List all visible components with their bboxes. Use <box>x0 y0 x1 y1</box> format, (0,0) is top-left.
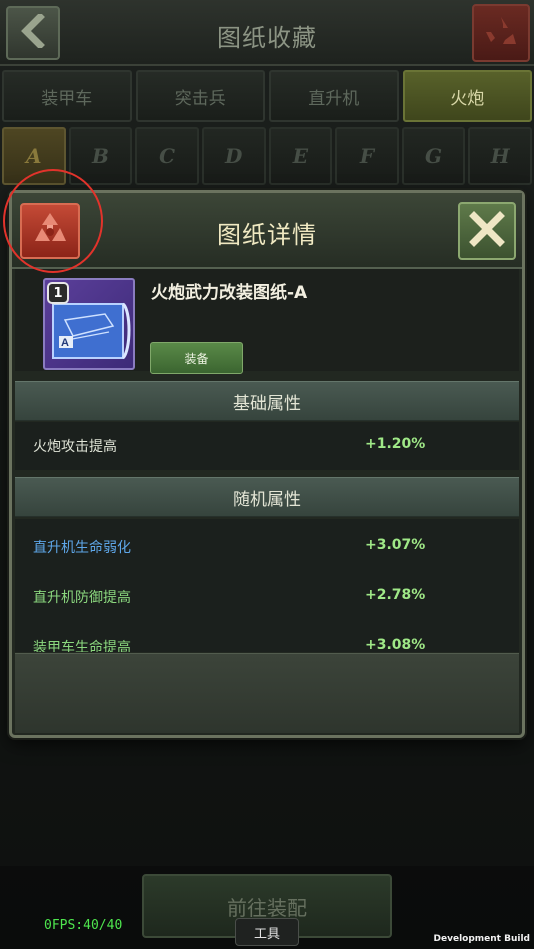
tab-artillery[interactable]: 火炮 <box>402 70 532 122</box>
tab-label: 直升机 <box>308 88 360 109</box>
letter-tab-h[interactable]: H <box>468 127 532 185</box>
development-build-label: Development Build <box>433 934 530 944</box>
recycle-icon <box>483 14 519 52</box>
letter-label: H <box>490 144 510 168</box>
letter-tabs: A B C D E F G H <box>0 127 534 185</box>
letter-label: F <box>359 144 375 168</box>
tab-label: 装甲车 <box>41 88 93 109</box>
tab-label: 火炮 <box>450 88 485 109</box>
stat-value: +3.07% <box>365 537 426 553</box>
tool-button[interactable]: 工具 <box>235 918 299 946</box>
blueprint-item-icon[interactable]: A 1 <box>43 278 135 370</box>
letter-tab-b[interactable]: B <box>68 127 133 185</box>
stat-name: 装甲车生命提高 <box>33 640 131 652</box>
equip-button[interactable]: 装备 <box>150 342 243 374</box>
letter-tab-c[interactable]: C <box>135 127 199 185</box>
dialog-title: 图纸详情 <box>217 221 317 249</box>
letter-label: C <box>159 144 176 168</box>
tab-label: 突击兵 <box>174 88 226 109</box>
base-stat-row: 火炮攻击提高 +1.20% <box>15 422 519 470</box>
level-value: 1 <box>53 285 63 301</box>
stat-name: 直升机生命弱化 <box>33 540 131 556</box>
item-card: A 1 火炮武力改装图纸-A 装备 <box>15 269 519 374</box>
dialog-header: 图纸详情 <box>12 193 522 269</box>
letter-label: D <box>225 144 243 168</box>
letter-label: G <box>425 144 443 168</box>
category-tabs: 装甲车 突击兵 直升机 火炮 <box>0 70 534 122</box>
tab-helicopter[interactable]: 直升机 <box>269 70 399 122</box>
stat-value: +2.78% <box>365 587 426 603</box>
random-stat-row: 直升机防御提高 +2.78% <box>15 573 519 621</box>
blueprint-detail-dialog: 图纸详情 A 1 火炮武力改装图纸-A 装备 基础属性 火炮攻击提高 +1.20… <box>9 190 525 738</box>
close-icon <box>468 210 506 252</box>
base-attributes-header: 基础属性 <box>15 381 519 421</box>
random-stat-row: 直升机生命弱化 +3.07% <box>15 523 519 571</box>
page-title: 图纸收藏 <box>217 24 317 52</box>
item-name: 火炮武力改装图纸-A <box>151 283 308 303</box>
letter-label: A <box>26 144 42 168</box>
letter-tab-a[interactable]: A <box>2 127 66 185</box>
tab-assault-trooper[interactable]: 突击兵 <box>135 70 265 122</box>
random-stat-row: 装甲车生命提高 +3.08% <box>15 623 519 652</box>
stat-value: +3.08% <box>365 637 426 652</box>
svg-text:A: A <box>61 337 69 349</box>
letter-tab-e[interactable]: E <box>268 127 333 185</box>
recycle-button-background[interactable] <box>472 4 530 62</box>
random-attributes-header: 随机属性 <box>15 477 519 517</box>
level-badge: 1 <box>47 282 69 304</box>
letter-label: E <box>292 144 308 168</box>
random-stat-list[interactable]: 直升机生命弱化 +3.07% 直升机防御提高 +2.78% 装甲车生命提高 +3… <box>15 519 519 652</box>
stat-name: 直升机防御提高 <box>33 590 131 606</box>
tab-armored-vehicle[interactable]: 装甲车 <box>2 70 132 122</box>
letter-tab-f[interactable]: F <box>335 127 399 185</box>
stat-name: 火炮攻击提高 <box>33 439 117 455</box>
letter-label: B <box>91 144 109 168</box>
fps-counter: 0FPS:40/40 <box>44 918 123 933</box>
stat-value: +1.20% <box>365 436 426 452</box>
dialog-footer <box>15 653 519 733</box>
close-button[interactable] <box>458 202 516 260</box>
letter-tab-g[interactable]: G <box>401 127 466 185</box>
letter-tab-d[interactable]: D <box>201 127 266 185</box>
header-bar: 图纸收藏 <box>0 0 534 66</box>
